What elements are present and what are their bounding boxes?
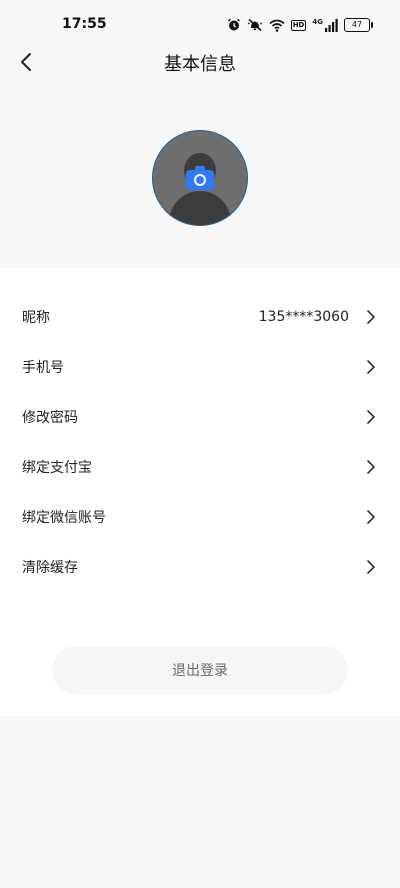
item-label: 绑定微信账号 <box>22 510 106 526</box>
list-item-bind-alipay[interactable]: 绑定支付宝 <box>0 442 400 492</box>
chevron-right-icon <box>366 359 376 375</box>
chevron-right-icon <box>366 459 376 475</box>
chevron-right-icon <box>366 309 376 325</box>
chevron-right-icon <box>366 409 376 425</box>
avatar-section <box>0 128 400 228</box>
item-label: 修改密码 <box>22 410 78 426</box>
battery-indicator: 47 <box>344 18 373 32</box>
page-title: 基本信息 <box>164 54 236 75</box>
list-item-bind-wechat[interactable]: 绑定微信账号 <box>0 492 400 542</box>
signal-icon: 4G <box>312 17 338 32</box>
item-label: 手机号 <box>22 360 64 376</box>
info-list: 昵称 135****3060 手机号 修改密码 绑定支付宝 绑定微信账号 清除缓… <box>0 268 400 716</box>
logout-button[interactable]: 退出登录 <box>52 646 348 694</box>
alarm-icon <box>227 18 241 32</box>
list-item-change-password[interactable]: 修改密码 <box>0 392 400 442</box>
status-time: 17:55 <box>62 16 107 32</box>
wifi-icon <box>269 19 285 32</box>
nav-header: 基本信息 <box>0 38 400 88</box>
bell-off-icon <box>247 18 263 32</box>
status-icons: HD 4G 47 <box>227 16 373 34</box>
chevron-right-icon <box>366 509 376 525</box>
avatar[interactable] <box>152 130 248 226</box>
list-item-phone[interactable]: 手机号 <box>0 342 400 392</box>
item-label: 昵称 <box>22 310 50 326</box>
camera-icon <box>186 166 214 190</box>
chevron-right-icon <box>366 559 376 575</box>
item-value: 135****3060 <box>258 309 349 325</box>
item-label: 绑定支付宝 <box>22 460 92 476</box>
list-item-clear-cache[interactable]: 清除缓存 <box>0 542 400 592</box>
avatar-placeholder-body <box>169 191 231 225</box>
screen: 17:55 HD 4G 47 基本信息 昵称 135****3060 手机号 修… <box>0 0 400 888</box>
item-label: 清除缓存 <box>22 560 78 576</box>
list-item-nickname[interactable]: 昵称 135****3060 <box>0 292 400 342</box>
network-type: 4G <box>312 17 323 26</box>
hd-badge: HD <box>290 19 307 31</box>
